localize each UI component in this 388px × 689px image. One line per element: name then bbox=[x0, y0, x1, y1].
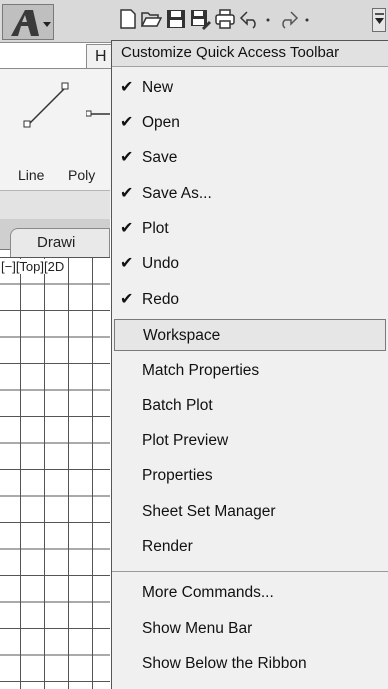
menu-separator bbox=[112, 571, 388, 572]
ribbon-panel-title-bar bbox=[0, 190, 110, 220]
checkmark-icon: ✔ bbox=[120, 185, 134, 202]
polyline-tool-icon bbox=[86, 110, 110, 117]
menu-item-label: Redo bbox=[142, 291, 180, 308]
application-menu-button[interactable] bbox=[2, 4, 54, 40]
new-icon[interactable] bbox=[117, 8, 139, 30]
menu-item-match-properties[interactable]: Match Properties bbox=[114, 355, 386, 387]
open-icon[interactable] bbox=[140, 8, 163, 30]
menu-item-label: Plot bbox=[142, 220, 169, 237]
menu-item-label: Save As... bbox=[142, 185, 212, 202]
menu-item-show-menu-bar[interactable]: Show Menu Bar bbox=[114, 613, 386, 645]
menu-item-save[interactable]: ✔ Save bbox=[114, 142, 386, 174]
menu-item-render[interactable]: Render bbox=[114, 531, 386, 563]
menu-item-workspace[interactable]: Workspace bbox=[114, 319, 386, 351]
menu-item-label: Show Menu Bar bbox=[142, 620, 253, 637]
checkmark-icon: ✔ bbox=[120, 291, 134, 308]
menu-item-more-commands[interactable]: More Commands... bbox=[114, 577, 386, 609]
menu-item-label: Match Properties bbox=[142, 362, 260, 379]
menu-item-label: Workspace bbox=[143, 327, 221, 344]
menu-item-properties[interactable]: Properties bbox=[114, 460, 386, 492]
save-as-icon[interactable] bbox=[189, 8, 211, 30]
menu-item-label: Render bbox=[142, 538, 193, 555]
menu-item-batch-plot[interactable]: Batch Plot bbox=[114, 390, 386, 422]
polyline-tool-button[interactable]: Poly bbox=[68, 167, 95, 183]
undo-dropdown-icon[interactable] bbox=[263, 14, 273, 24]
checkmark-icon: ✔ bbox=[120, 220, 134, 237]
menu-item-new[interactable]: ✔ New bbox=[114, 72, 386, 104]
menu-item-save-as[interactable]: ✔ Save As... bbox=[114, 178, 386, 210]
chevron-down-icon bbox=[375, 13, 384, 24]
menu-item-show-below-ribbon[interactable]: Show Below the Ribbon bbox=[114, 648, 386, 680]
viewport-controls-label[interactable]: [−][Top][2D bbox=[0, 259, 66, 274]
checkmark-icon: ✔ bbox=[120, 79, 134, 96]
menu-item-label: Save bbox=[142, 149, 178, 166]
menu-item-label: Undo bbox=[142, 255, 180, 272]
autocad-logo-icon bbox=[11, 10, 51, 36]
title-bar bbox=[0, 0, 388, 43]
menu-header: Customize Quick Access Toolbar bbox=[112, 41, 388, 67]
line-tool-icon bbox=[23, 82, 69, 128]
checkmark-icon: ✔ bbox=[120, 255, 134, 272]
menu-item-label: Sheet Set Manager bbox=[142, 503, 276, 520]
menu-item-label: More Commands... bbox=[142, 584, 274, 601]
customize-qat-menu: Customize Quick Access Toolbar ✔ New ✔ O… bbox=[111, 40, 388, 689]
undo-icon[interactable] bbox=[239, 8, 261, 30]
checkmark-icon: ✔ bbox=[120, 114, 134, 131]
plot-icon[interactable] bbox=[214, 8, 236, 30]
redo-icon[interactable] bbox=[277, 8, 299, 30]
save-icon[interactable] bbox=[165, 8, 187, 30]
menu-item-plot-preview[interactable]: Plot Preview bbox=[114, 425, 386, 457]
menu-item-label: Properties bbox=[142, 467, 213, 484]
redo-dropdown-icon[interactable] bbox=[302, 14, 312, 24]
tab-drawing[interactable]: Drawi bbox=[10, 228, 110, 258]
menu-item-label: Show Below the Ribbon bbox=[142, 655, 307, 672]
menu-item-redo[interactable]: ✔ Redo bbox=[114, 284, 386, 316]
menu-item-label: Plot Preview bbox=[142, 432, 229, 449]
menu-item-open[interactable]: ✔ Open bbox=[114, 107, 386, 139]
line-tool-button[interactable]: Line bbox=[18, 167, 44, 183]
menu-item-plot[interactable]: ✔ Plot bbox=[114, 213, 386, 245]
menu-item-label: Batch Plot bbox=[142, 397, 213, 414]
menu-item-undo[interactable]: ✔ Undo bbox=[114, 248, 386, 280]
menu-item-label: Open bbox=[142, 114, 180, 131]
menu-item-label: New bbox=[142, 79, 174, 96]
menu-item-sheet-set-manager[interactable]: Sheet Set Manager bbox=[114, 496, 386, 528]
customize-qat-dropdown-button[interactable] bbox=[372, 8, 386, 32]
drawing-viewport[interactable] bbox=[0, 257, 110, 689]
checkmark-icon: ✔ bbox=[120, 149, 134, 166]
